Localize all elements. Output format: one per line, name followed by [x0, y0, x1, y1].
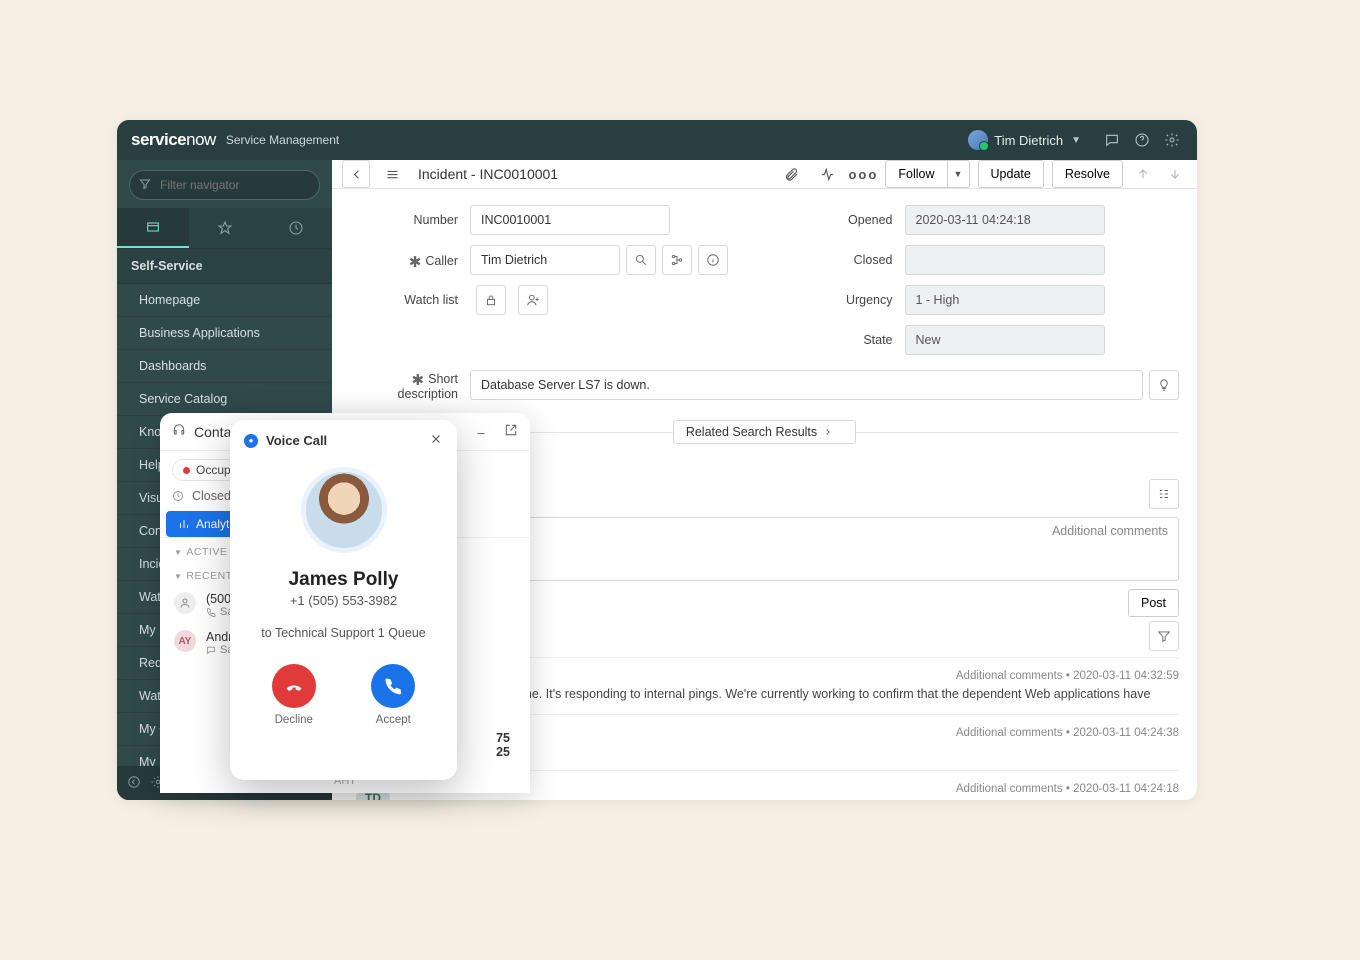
label-caller: ✱Caller — [350, 251, 470, 269]
comments-placeholder: Additional comments — [1052, 524, 1168, 538]
phone-icon — [371, 664, 415, 708]
nav-tab-all[interactable] — [117, 208, 189, 248]
popout-icon[interactable] — [504, 423, 518, 440]
nav-tabs — [117, 208, 332, 249]
collapse-icon[interactable] — [127, 775, 141, 792]
hangup-icon — [272, 664, 316, 708]
filter-navigator-input[interactable] — [129, 170, 320, 200]
caller-avatar — [301, 467, 387, 553]
activity-icon[interactable] — [813, 160, 841, 188]
username: Tim Dietrich — [994, 133, 1063, 148]
avatar-initials: AY — [174, 630, 196, 652]
label-number: Number — [350, 213, 470, 227]
nav-tab-favorites[interactable] — [189, 208, 261, 248]
info-icon[interactable] — [698, 245, 728, 275]
caller-input[interactable] — [470, 245, 620, 275]
menu-icon[interactable] — [378, 160, 406, 188]
follow-caret[interactable]: ▼ — [948, 160, 970, 188]
sidebar-section-title[interactable]: Self-Service — [117, 249, 332, 284]
person-icon — [174, 592, 196, 614]
number-input[interactable] — [470, 205, 670, 235]
brand-subtitle: Service Management — [226, 133, 339, 147]
state-input[interactable] — [905, 325, 1105, 355]
more-icon[interactable]: ooo — [849, 160, 877, 188]
closed-input — [905, 245, 1105, 275]
search-icon[interactable] — [626, 245, 656, 275]
suggest-icon[interactable] — [1149, 370, 1179, 400]
caller-phone: +1 (505) 553-3982 — [290, 593, 397, 608]
prev-record-icon[interactable] — [1131, 162, 1155, 186]
filter-activity-icon[interactable] — [1149, 621, 1179, 651]
chevron-down-icon: ▼ — [1071, 135, 1081, 146]
label-watchlist: Watch list — [350, 293, 470, 307]
gear-icon[interactable] — [1161, 129, 1183, 151]
decline-button[interactable]: Decline — [272, 664, 316, 726]
headset-icon — [172, 423, 186, 440]
record-title: Incident - INC0010001 — [418, 166, 558, 182]
funnel-icon — [139, 178, 151, 193]
voice-title: Voice Call — [266, 433, 327, 448]
label-opened: Opened — [785, 213, 905, 227]
status-dot-icon — [183, 467, 190, 474]
sidebar-item[interactable]: Service Catalog — [117, 383, 332, 416]
related-search-button[interactable]: Related Search Results — [673, 420, 856, 444]
accept-button[interactable]: Accept — [371, 664, 415, 726]
sidebar-item[interactable]: Dashboards — [117, 350, 332, 383]
post-button[interactable]: Post — [1128, 589, 1179, 617]
voice-badge-icon: ● — [244, 434, 258, 448]
follow-button-group: Follow ▼ — [885, 160, 969, 188]
label-short-desc: ✱Short description — [350, 369, 470, 401]
top-header: servicenow Service Management Tim Dietri… — [117, 120, 1197, 160]
follow-button[interactable]: Follow — [885, 160, 947, 188]
label-closed: Closed — [785, 253, 905, 267]
update-button[interactable]: Update — [978, 160, 1044, 188]
avatar — [968, 130, 988, 150]
chat-icon[interactable] — [1101, 129, 1123, 151]
minimize-icon[interactable] — [474, 423, 488, 440]
voice-call-popup: ● Voice Call James Polly +1 (505) 553-39… — [230, 420, 457, 780]
brand-logo: servicenow — [131, 130, 216, 150]
layout-toggle-icon[interactable] — [1149, 479, 1179, 509]
clock-icon — [172, 490, 184, 502]
resolve-button[interactable]: Resolve — [1052, 160, 1123, 188]
label-state: State — [785, 333, 905, 347]
nav-tab-history[interactable] — [260, 208, 332, 248]
opened-input — [905, 205, 1105, 235]
user-menu[interactable]: Tim Dietrich ▼ — [968, 130, 1081, 150]
urgency-input[interactable] — [905, 285, 1105, 315]
tree-icon[interactable] — [662, 245, 692, 275]
next-record-icon[interactable] — [1163, 162, 1187, 186]
sidebar-item[interactable]: Homepage — [117, 284, 332, 317]
help-icon[interactable] — [1131, 129, 1153, 151]
add-user-icon[interactable] — [518, 285, 548, 315]
caller-name: James Polly — [289, 569, 399, 591]
queue-label: to Technical Support 1 Queue — [261, 626, 425, 640]
lock-icon[interactable] — [476, 285, 506, 315]
sidebar-item[interactable]: Business Applications — [117, 317, 332, 350]
attachment-icon[interactable] — [777, 160, 805, 188]
close-icon[interactable] — [429, 432, 443, 449]
content-toolbar: Incident - INC0010001 ooo Follow ▼ Updat… — [332, 160, 1197, 189]
back-button[interactable] — [342, 160, 370, 188]
short-description-input[interactable] — [470, 370, 1143, 400]
label-urgency: Urgency — [785, 293, 905, 307]
